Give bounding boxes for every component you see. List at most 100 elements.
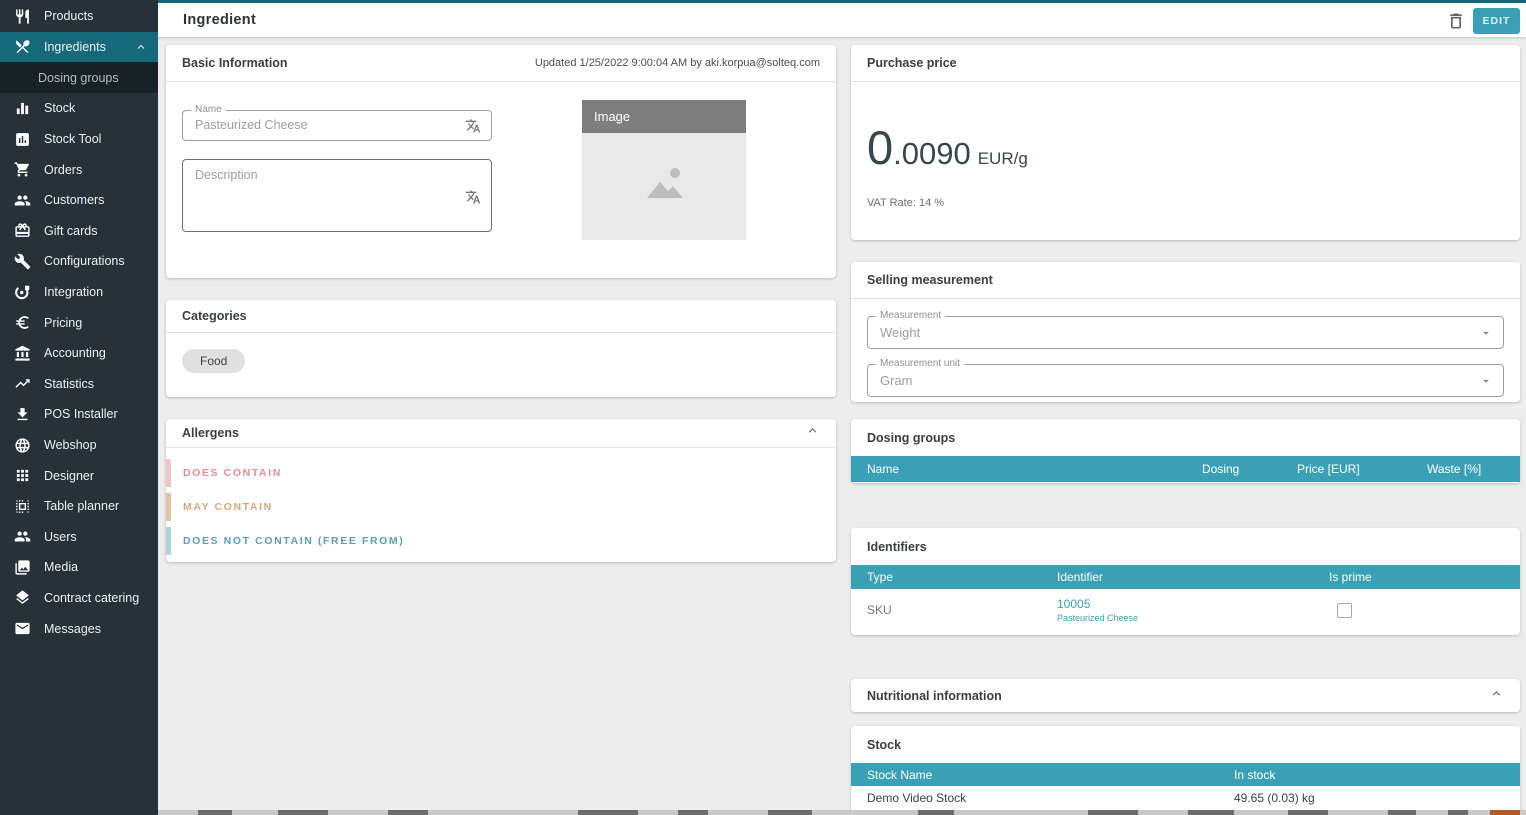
stock-in-stock: 49.65 (0.03) kg (1234, 791, 1504, 805)
measurement-select[interactable]: Measurement Weight (867, 316, 1504, 349)
description-input[interactable]: Description (182, 159, 492, 232)
updated-timestamp: Updated 1/25/2022 9:00:04 AM by aki.korp… (535, 57, 820, 69)
sidebar-item-label: Products (44, 9, 93, 23)
vat-rate: VAT Rate: 14 % (867, 197, 1504, 209)
chevron-up-icon[interactable] (1489, 686, 1504, 706)
translate-icon[interactable] (465, 118, 481, 134)
sidebar-item-label: Webshop (44, 438, 97, 452)
restaurant-icon (14, 8, 31, 25)
trending-up-icon (14, 375, 31, 392)
sidebar-item-label: Accounting (44, 346, 106, 360)
left-column: Basic Information Updated 1/25/2022 9:00… (166, 45, 836, 562)
sidebar-item-label: Designer (44, 469, 94, 483)
bar-chart-icon (14, 100, 31, 117)
sidebar-item-label: Table planner (44, 499, 119, 513)
wrench-icon (14, 253, 31, 270)
nutritional-information-title: Nutritional information (867, 689, 1002, 703)
edit-button[interactable]: EDIT (1473, 8, 1520, 34)
sidebar-item-pos-installer[interactable]: POS Installer (0, 399, 158, 430)
column-header: Name (867, 462, 1202, 476)
allergen-label: DOES CONTAIN (183, 467, 282, 479)
sidebar-item-accounting[interactable]: Accounting (0, 338, 158, 369)
price-value: 0 .0090 EUR/g (867, 120, 1504, 175)
background-window-sliver (158, 810, 1526, 815)
sidebar-item-table-planner[interactable]: Table planner (0, 491, 158, 522)
measurement-unit-select[interactable]: Measurement unit Gram (867, 364, 1504, 397)
name-input-value: Pasteurized Cheese (183, 111, 491, 140)
measurement-unit-select-value: Gram (868, 365, 1503, 396)
sidebar-item-products[interactable]: Products (0, 1, 158, 32)
translate-icon[interactable] (465, 189, 481, 205)
is-prime-checkbox[interactable] (1337, 603, 1352, 618)
column-header: In stock (1234, 768, 1504, 782)
sidebar-subitem-dosing-groups[interactable]: Dosing groups (0, 62, 158, 93)
basic-information-title: Basic Information (182, 56, 288, 70)
identifier-link[interactable]: 10005 (1057, 597, 1329, 611)
layers-icon (14, 589, 31, 606)
image-panel[interactable]: Image (582, 100, 746, 240)
categories-card: Categories Food (166, 300, 836, 397)
stock-title: Stock (867, 738, 901, 752)
allergen-color-bar (166, 493, 171, 521)
right-column: Purchase price 0 .0090 EUR/g VAT Rate: 1… (851, 45, 1520, 815)
sidebar-item-configurations[interactable]: Configurations (0, 246, 158, 277)
top-bar: Ingredient EDIT (0, 0, 1526, 37)
sidebar-item-orders[interactable]: Orders (0, 154, 158, 185)
sidebar-item-users[interactable]: Users (0, 522, 158, 553)
sidebar-item-label: Configurations (44, 254, 125, 268)
sidebar-item-label: Messages (44, 622, 101, 636)
sidebar-item-label: Users (44, 530, 77, 544)
sidebar-item-pricing[interactable]: Pricing (0, 307, 158, 338)
sidebar-item-statistics[interactable]: Statistics (0, 369, 158, 400)
chevron-up-icon (134, 40, 148, 54)
measurement-select-label: Measurement (876, 310, 945, 321)
column-header: Type (867, 570, 1057, 584)
euro-icon (14, 314, 31, 331)
delete-icon[interactable] (1446, 11, 1468, 33)
allergen-section-may-contain[interactable]: MAY CONTAIN (166, 493, 836, 521)
image-panel-header: Image (582, 100, 746, 133)
integration-icon (14, 284, 31, 301)
sidebar-item-label: Customers (44, 193, 104, 207)
stock-card: Stock Stock Name In stock Demo Video Sto… (851, 726, 1520, 815)
allergen-label: DOES NOT CONTAIN (FREE FROM) (183, 535, 404, 547)
purchase-price-card: Purchase price 0 .0090 EUR/g VAT Rate: 1… (851, 45, 1520, 240)
sidebar-item-label: POS Installer (44, 407, 118, 421)
category-chip[interactable]: Food (182, 349, 245, 373)
table-row: Demo Video Stock 49.65 (0.03) kg (851, 786, 1520, 810)
sidebar-item-designer[interactable]: Designer (0, 460, 158, 491)
sidebar-item-ingredients[interactable]: Ingredients (0, 32, 158, 63)
sidebar-item-media[interactable]: Media (0, 552, 158, 583)
description-placeholder: Description (195, 168, 258, 182)
identifier-sublabel: Pasteurized Cheese (1057, 613, 1329, 623)
sidebar-item-contract-catering[interactable]: Contract catering (0, 583, 158, 614)
sidebar-item-label: Gift cards (44, 224, 98, 238)
sidebar-item-label: Ingredients (44, 40, 106, 54)
sidebar-item-gift-cards[interactable]: Gift cards (0, 216, 158, 247)
sidebar-item-stock-tool[interactable]: Stock Tool (0, 124, 158, 155)
email-icon (14, 620, 31, 637)
sidebar-item-label: Contract catering (44, 591, 139, 605)
allergen-section-does-not-contain[interactable]: DOES NOT CONTAIN (FREE FROM) (166, 527, 836, 555)
sidebar-item-messages[interactable]: Messages (0, 613, 158, 644)
allergen-section-does-contain[interactable]: DOES CONTAIN (166, 459, 836, 487)
sidebar-item-label: Orders (44, 163, 82, 177)
identifiers-table-header: Type Identifier Is prime (851, 565, 1520, 589)
image-placeholder-icon (638, 164, 690, 209)
dropdown-arrow-icon (1479, 374, 1493, 393)
sidebar-item-stock[interactable]: Stock (0, 93, 158, 124)
column-header: Waste [%] (1427, 462, 1504, 476)
sidebar-item-customers[interactable]: Customers (0, 185, 158, 216)
sidebar-item-integration[interactable]: Integration (0, 277, 158, 308)
bank-icon (14, 345, 31, 362)
nutritional-information-card: Nutritional information (851, 679, 1520, 712)
giftcard-icon (14, 222, 31, 239)
stock-name: Demo Video Stock (867, 791, 1234, 805)
grid-icon (14, 467, 31, 484)
chevron-up-icon[interactable] (805, 423, 820, 443)
sidebar-item-label: Statistics (44, 377, 94, 391)
people-icon (14, 528, 31, 545)
sidebar-item-label: Integration (44, 285, 103, 299)
sidebar-item-webshop[interactable]: Webshop (0, 430, 158, 461)
name-input[interactable]: Name Pasteurized Cheese (182, 110, 492, 141)
